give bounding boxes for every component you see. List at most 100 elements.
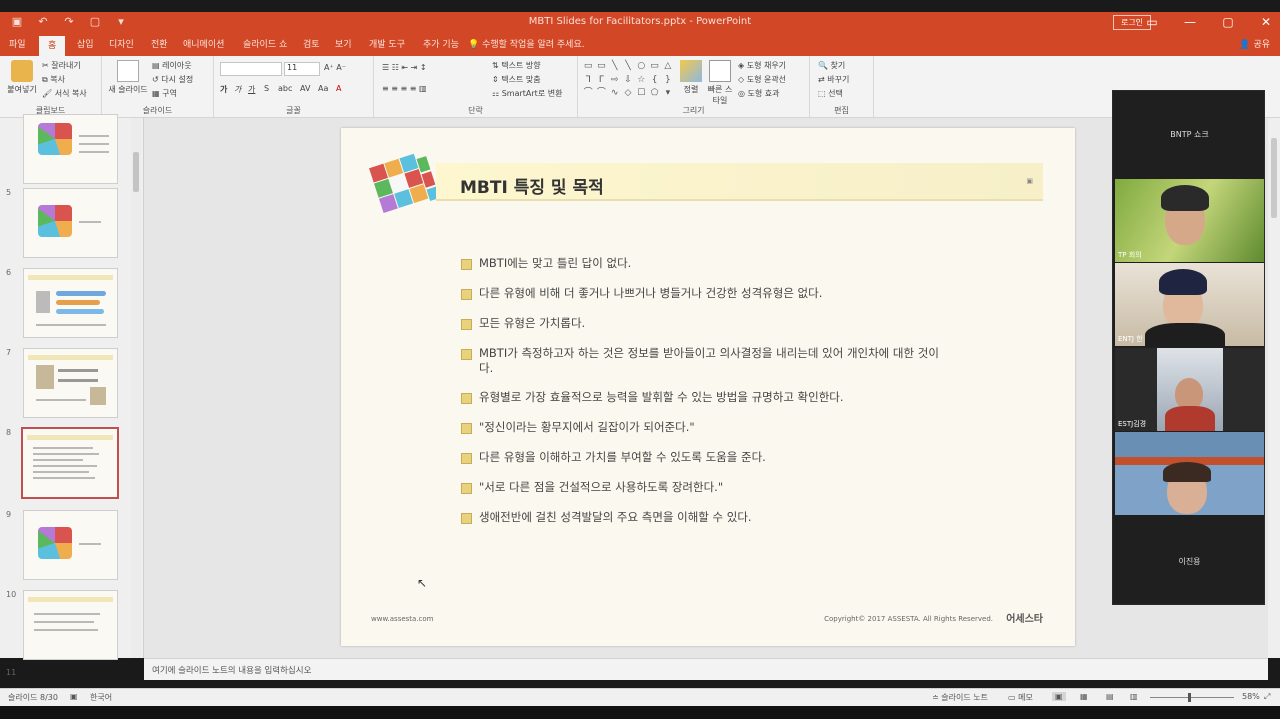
comments-button[interactable]: ▭ 메모 <box>1008 692 1033 703</box>
minimize-icon[interactable]: — <box>1182 14 1198 30</box>
zoom-level[interactable]: 58% <box>1242 692 1260 701</box>
slideshow-view-icon[interactable]: ▥ <box>1130 692 1138 701</box>
ribbon-display-options-icon[interactable]: ▭ <box>1144 14 1160 30</box>
shadow-icon[interactable]: S <box>264 84 269 93</box>
bullet-item: "서로 다른 점을 건설적으로 사용하도록 장려한다." <box>461 480 941 495</box>
tab-review[interactable]: 검토 <box>300 37 323 53</box>
tab-addins[interactable]: 추가 기능 <box>420 37 462 53</box>
tab-view[interactable]: 보기 <box>332 37 355 53</box>
video-tile[interactable]: ENTJ 한 <box>1115 263 1264 346</box>
thumb-line <box>58 369 98 372</box>
thumbnail-scrollbar[interactable] <box>131 118 141 658</box>
thumbnail-scroll-thumb[interactable] <box>133 152 139 192</box>
slide-thumbnail[interactable] <box>23 510 118 580</box>
slide-bullet-list[interactable]: MBTI에는 맞고 틀린 답이 없다. 다른 유형에 비해 더 좋거나 나쁘거나… <box>461 256 941 540</box>
tab-file[interactable]: 파일 <box>6 37 29 53</box>
underline-icon[interactable]: 가 <box>248 84 255 95</box>
new-slide-button[interactable]: 새 슬라이드 <box>106 60 150 95</box>
quick-styles-label: 빠른 스타일 <box>707 85 733 105</box>
close-icon[interactable]: ✕ <box>1258 14 1274 30</box>
bullet-item: 생애전반에 걸친 성격발달의 주요 측면을 이해할 수 있다. <box>461 510 941 525</box>
shapes-gallery[interactable]: ▭ ▭ ╲ ╲ ○ ▭ △ ᒣ ᒥ ⇨ ⇩ ☆{} ⌒ ⌒ ∿ ◇ ☐ ⬠ ▾ <box>582 60 674 100</box>
slide-area-scrollbar[interactable] <box>1268 118 1280 658</box>
slide-thumbnail[interactable] <box>23 268 118 338</box>
quick-styles-button[interactable]: 빠른 스타일 <box>706 60 734 106</box>
slide-thumbnail-pane[interactable]: 5 6 7 8 9 10 11 <box>0 114 144 677</box>
tab-home[interactable]: 홈 <box>39 36 66 56</box>
tab-animations[interactable]: 애니메이션 <box>180 37 227 53</box>
section-button[interactable]: ▦ 구역 <box>152 88 177 99</box>
slide-thumbnail[interactable] <box>23 590 118 660</box>
replace-button[interactable]: ⇄ 바꾸기 <box>818 74 849 85</box>
zoom-slider-handle[interactable] <box>1188 693 1191 702</box>
notes-toggle-button[interactable]: ≐ 슬라이드 노트 <box>932 692 988 703</box>
slide-footer-logo: 어세스타 <box>1006 614 1043 625</box>
shape-fill-button[interactable]: ◈ 도형 채우기 <box>738 60 786 71</box>
normal-view-icon[interactable]: ▣ <box>1052 692 1066 701</box>
notes-pane[interactable]: 여기에 슬라이드 노트의 내용을 입력하십시오 <box>144 658 1268 680</box>
fit-to-window-icon[interactable]: ⤢ <box>1264 692 1270 702</box>
paste-button[interactable]: 붙여넣기 <box>6 60 38 95</box>
editing-group: 🔍 찾기 ⇄ 바꾸기 ⬚ 선택 편집 <box>810 56 874 118</box>
thumb-title-bar <box>28 275 113 280</box>
bullets-icon[interactable]: ☰ ☷ ⇤ ⇥ ↕ <box>382 63 427 72</box>
status-bar: 슬라이드 8/30 ▣ 한국어 ≐ 슬라이드 노트 ▭ 메모 ▣ ▦ ▤ ▥ 5… <box>0 688 1280 706</box>
format-painter-label: 서식 복사 <box>54 89 87 98</box>
thumbnail-number: 11 <box>6 668 17 677</box>
italic-icon[interactable]: 가 <box>234 84 241 95</box>
tab-insert[interactable]: 삽입 <box>74 37 97 53</box>
slide-editing-area[interactable]: MBTI 특징 및 목적 ▣ MBTI에는 맞고 틀린 답이 없다. 다른 유형… <box>144 118 1118 658</box>
share-button[interactable]: 👤 공유 <box>1239 37 1270 53</box>
slide-area-scroll-thumb[interactable] <box>1271 138 1277 218</box>
notes-placeholder[interactable]: 여기에 슬라이드 노트의 내용을 입력하십시오 <box>152 664 311 676</box>
copy-button[interactable]: ⧉ 복사 <box>42 74 65 85</box>
slide-sorter-view-icon[interactable]: ▦ <box>1080 692 1088 701</box>
zoom-slider[interactable] <box>1150 697 1234 698</box>
tab-developer[interactable]: 개발 도구 <box>366 37 408 53</box>
arrange-button[interactable]: 정렬 <box>678 60 704 95</box>
layout-button[interactable]: ▤ 레이아웃 <box>152 60 192 71</box>
shape-outline-button[interactable]: ◇ 도형 윤곽선 <box>738 74 786 85</box>
format-painter-button[interactable]: 🖌 서식 복사 <box>42 88 87 99</box>
shape-effects-button[interactable]: ◎ 도형 효과 <box>738 88 780 99</box>
align-icons[interactable]: ≡ ≡ ≡ ≡ ▥ <box>382 84 427 93</box>
thumbnail-number: 9 <box>6 510 12 519</box>
slide-thumbnail[interactable] <box>23 188 118 258</box>
font-size-combo[interactable]: 11 <box>284 62 320 76</box>
clipboard-group: 붙여넣기 ✂ 잘라내기 ⧉ 복사 🖌 서식 복사 클립보드 <box>0 56 102 118</box>
select-button[interactable]: ⬚ 선택 <box>818 88 843 99</box>
slides-group: 새 슬라이드 ▤ 레이아웃 ↺ 다시 설정 ▦ 구역 슬라이드 <box>102 56 214 118</box>
reading-view-icon[interactable]: ▤ <box>1106 692 1114 701</box>
video-tile[interactable]: ESTJ김경 <box>1115 348 1264 431</box>
video-tile[interactable]: TP 회의 <box>1115 179 1264 262</box>
slide-title[interactable]: MBTI 특징 및 목적 <box>460 173 604 198</box>
current-slide[interactable]: MBTI 특징 및 목적 ▣ MBTI에는 맞고 틀린 답이 없다. 다른 유형… <box>341 128 1075 646</box>
select-label: 선택 <box>828 89 843 98</box>
slide-thumbnail-selected[interactable] <box>21 427 119 499</box>
align-text-button[interactable]: ⇕ 텍스트 맞춤 <box>492 74 541 85</box>
font-name-combo[interactable] <box>220 62 282 76</box>
thumb-graphic <box>38 527 72 559</box>
char-spacing-icon[interactable]: AV <box>300 84 310 93</box>
spellcheck-icon[interactable]: ▣ <box>70 692 78 701</box>
tell-me-search[interactable]: 💡 수행할 작업을 알려 주세요. <box>468 37 585 53</box>
text-direction-button[interactable]: ⇅ 텍스트 방향 <box>492 60 541 71</box>
slide-thumbnail[interactable] <box>23 348 118 418</box>
maximize-icon[interactable]: ▢ <box>1220 14 1236 30</box>
cut-button[interactable]: ✂ 잘라내기 <box>42 60 81 71</box>
grow-font-icon[interactable]: A⁺ A⁻ <box>324 63 346 72</box>
change-case-icon[interactable]: Aa <box>318 84 328 93</box>
font-color-icon[interactable]: A <box>336 84 341 93</box>
shape-fill-label: 도형 채우기 <box>746 61 787 70</box>
language-indicator[interactable]: 한국어 <box>90 692 112 703</box>
reset-button[interactable]: ↺ 다시 설정 <box>152 74 193 85</box>
video-tile[interactable] <box>1115 432 1264 515</box>
strikethrough-icon[interactable]: abc <box>278 84 292 93</box>
tab-transitions[interactable]: 전환 <box>148 37 171 53</box>
smartart-button[interactable]: ⚏ SmartArt로 변환 <box>492 88 562 99</box>
tab-design[interactable]: 디자인 <box>106 37 137 53</box>
slide-thumbnail[interactable] <box>23 114 118 184</box>
find-button[interactable]: 🔍 찾기 <box>818 60 845 71</box>
bold-icon[interactable]: 가 <box>220 84 227 95</box>
tab-slideshow[interactable]: 슬라이드 쇼 <box>240 37 290 53</box>
